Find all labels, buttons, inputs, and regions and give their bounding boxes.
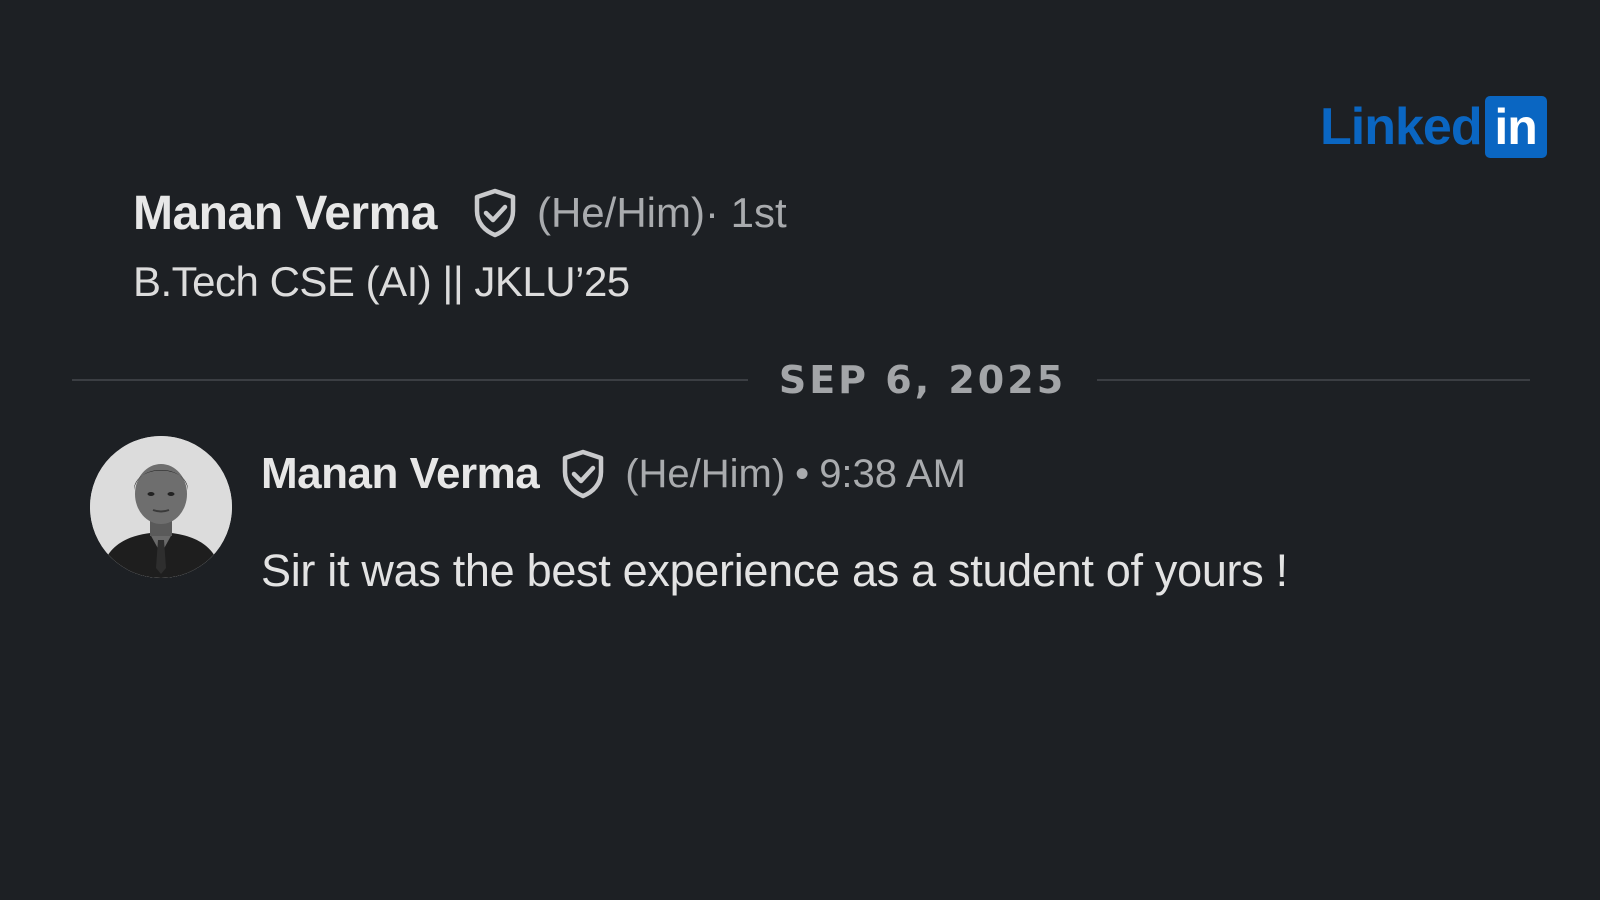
message-timestamp: 9:38 AM xyxy=(819,451,966,496)
conversation-header: Manan Verma (He/Him) · 1st xyxy=(133,183,787,243)
divider-line-right xyxy=(1097,379,1530,381)
verified-shield-icon xyxy=(469,187,521,239)
message-text: Sir it was the best experience as a stud… xyxy=(261,545,1288,596)
avatar[interactable] xyxy=(90,436,232,578)
date-divider: SEP 6, 2025 xyxy=(72,350,1530,410)
profile-pronouns: (He/Him) xyxy=(536,189,705,236)
bullet-separator: • xyxy=(795,451,810,496)
profile-name[interactable]: Manan Verma xyxy=(133,186,437,241)
message-sender-pronouns: (He/Him) xyxy=(625,451,786,496)
messaging-conversation: Linked in Manan Verma (He/Him) · 1st B.T… xyxy=(0,0,1600,900)
date-divider-label: SEP 6, 2025 xyxy=(778,358,1067,402)
profile-headline: B.Tech CSE (AI) || JKLU’25 xyxy=(133,258,630,305)
logo-wordmark: Linked xyxy=(1320,98,1483,156)
linkedin-logo: Linked in xyxy=(1320,96,1547,158)
divider-line-left xyxy=(72,379,748,381)
connection-degree: · 1st xyxy=(704,189,787,236)
logo-in-box: in xyxy=(1484,96,1547,158)
message-sender-name[interactable]: Manan Verma xyxy=(261,449,540,499)
verified-shield-icon xyxy=(557,448,609,500)
message-header: Manan Verma (He/Him) • 9:38 AM xyxy=(261,444,966,504)
